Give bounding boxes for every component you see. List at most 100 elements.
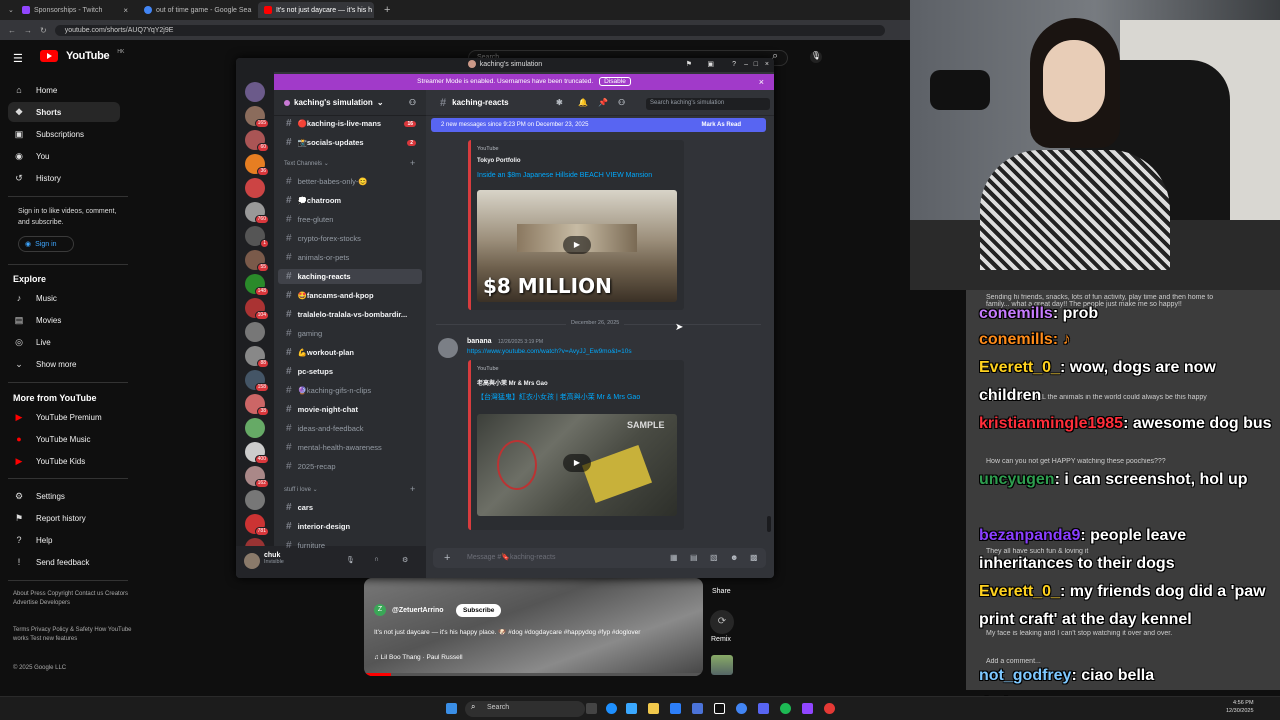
nav-music[interactable]: ♪ Music [8, 288, 120, 308]
video-thumbnail[interactable]: $8 MILLION ▶ [477, 190, 677, 302]
gift-icon[interactable]: ▦ [670, 553, 678, 562]
nav-shorts[interactable]: ❖ Shorts [8, 102, 120, 122]
mark-read-button[interactable]: Mark As Read [702, 118, 741, 132]
chat-username[interactable]: uncyugen [979, 471, 1055, 488]
headphones-icon[interactable]: ∩ [374, 556, 379, 563]
edge-icon[interactable] [606, 703, 617, 714]
taskbar-search[interactable]: Search [465, 701, 585, 717]
nav-youtube-music[interactable]: ● YouTube Music [8, 429, 120, 449]
chat-username[interactable]: not_godfrey [979, 667, 1071, 684]
add-channel-icon[interactable]: + [410, 158, 415, 168]
server-icon[interactable]: 165 [245, 106, 269, 128]
channel-item[interactable]: # 🔮kaching-gifs-n-clips [278, 383, 422, 398]
channel-item[interactable]: # 💪workout-plan [278, 345, 422, 360]
channel-item[interactable]: # 🤩fancams-and-kpop [278, 288, 422, 303]
server-icon[interactable]: 88 [245, 346, 269, 368]
server-icon[interactable]: 760 [245, 202, 269, 224]
new-messages-bar[interactable]: 2 new messages since 9:23 PM on December… [431, 118, 766, 132]
start-icon[interactable] [446, 703, 457, 714]
server-name-header[interactable]: kaching's simulation ⌄ ⚇ [274, 90, 426, 116]
channel-item[interactable]: # interior-design [278, 519, 422, 534]
nav-settings[interactable]: ⚙ Settings [8, 486, 120, 506]
minimize-icon[interactable]: – [744, 58, 748, 72]
close-icon[interactable]: × [123, 6, 128, 15]
channel-item[interactable]: # kaching-reacts [278, 269, 422, 284]
avatar[interactable] [438, 338, 458, 358]
music-credit[interactable]: ♫ Lil Boo Thang · Paul Russell [374, 654, 463, 661]
tiktok-icon[interactable] [714, 703, 725, 714]
shorts-video[interactable]: Z @ZetuertArrino Subscribe It's not just… [364, 578, 703, 676]
play-icon[interactable]: ▶ [563, 236, 591, 254]
reload-icon[interactable]: ↻ [40, 26, 47, 35]
server-icon[interactable]: 400 [245, 442, 269, 464]
add-attachment-icon[interactable]: + [444, 552, 450, 564]
footer-links-2[interactable]: Terms Privacy Policy & Safety How YouTub… [13, 626, 133, 644]
app-icon[interactable] [692, 703, 703, 714]
avatar[interactable] [244, 553, 260, 569]
microphone-icon[interactable]: 🎙 [346, 556, 355, 564]
bell-icon[interactable]: 🔔 [578, 98, 588, 107]
channel-item[interactable]: # 📸socials-updates 2 [278, 135, 422, 150]
chat-username[interactable]: Everett_0_ [979, 359, 1060, 376]
scrollbar[interactable] [767, 516, 771, 532]
message-author[interactable]: banana [467, 338, 492, 345]
nav-send-feedback[interactable]: ! Send feedback [8, 552, 120, 572]
close-icon[interactable]: × [765, 58, 769, 72]
members-icon[interactable]: ⚇ [618, 98, 625, 107]
channel-name[interactable]: @ZetuertArrino [392, 607, 444, 614]
channel-item[interactable]: # movie-night-chat [278, 402, 422, 417]
channel-item[interactable]: #2025-recap [278, 459, 422, 474]
nav-report-history[interactable]: ⚑ Report history [8, 508, 120, 528]
forward-icon[interactable]: → [24, 26, 32, 35]
channel-item[interactable]: # 🔴kaching-is-live-mans 16 [278, 116, 422, 131]
embed-author[interactable]: 老高與小茉 Mr & Mrs Gao [477, 378, 548, 387]
server-icon[interactable]: 36 [245, 154, 269, 176]
server-icon[interactable] [245, 322, 265, 342]
server-icon[interactable]: 38 [245, 394, 269, 416]
chrome-icon[interactable] [736, 703, 747, 714]
channel-item[interactable]: # tralalelo-tralala-vs-bombardir... [278, 307, 422, 322]
gear-icon[interactable]: ⚙ [402, 556, 408, 564]
nav-youtube-kids[interactable]: ▶ YouTube Kids [8, 451, 120, 471]
nav-show-more[interactable]: ⌄ Show more [8, 354, 120, 374]
task-view-icon[interactable] [586, 703, 597, 714]
embed-author[interactable]: Tokyo Portfolio [477, 158, 521, 164]
nav-youtube-premium[interactable]: ▶ YouTube Premium [8, 407, 120, 427]
channel-category[interactable]: Text Channels ⌄ [284, 160, 329, 167]
remix-label[interactable]: Remix [711, 636, 731, 643]
server-search-input[interactable]: Search kaching's simulation [646, 98, 770, 110]
back-icon[interactable]: ← [8, 26, 16, 35]
server-icon[interactable]: 162 [245, 466, 269, 488]
chat-username[interactable]: bezanpanda9 [979, 527, 1080, 544]
embed-title-link[interactable]: 【台灣猛鬼】紅衣小女孩 | 老高與小茉 Mr & Mrs Gao [477, 392, 640, 402]
tab-google[interactable]: out of time game - Google Sea× [138, 2, 256, 18]
pin-icon[interactable]: 📌 [598, 98, 608, 107]
twitch-icon[interactable] [802, 703, 813, 714]
sticker-icon[interactable]: ▧ [710, 553, 718, 562]
close-icon[interactable]: × [759, 74, 764, 90]
store-icon[interactable] [670, 703, 681, 714]
youtube-logo[interactable]: YouTube HK [40, 49, 124, 62]
channel-item[interactable]: # animals-or-pets [278, 250, 422, 265]
server-icon[interactable] [245, 418, 265, 438]
tab-twitch[interactable]: Sponsorships - Twitch × [16, 2, 134, 18]
emoji-icon[interactable]: ☻ [730, 553, 738, 562]
server-icon[interactable]: 781 [245, 514, 269, 536]
video-thumbnail[interactable]: SAMPLE ▶ [477, 414, 677, 516]
add-channel-icon[interactable]: + [410, 484, 415, 494]
channel-item[interactable]: # better-babes-only-😊 [278, 174, 422, 189]
channel-item[interactable]: # furniture [278, 538, 422, 553]
nav-home[interactable]: ⌂ Home [8, 80, 120, 100]
channel-item[interactable]: # pc-setups [278, 364, 422, 379]
chat-username[interactable]: Everett_0_ [979, 583, 1060, 600]
nav-movies[interactable]: ▤ Movies [8, 310, 120, 330]
menu-icon[interactable]: ☰ [13, 52, 23, 65]
nav-subscriptions[interactable]: ▣ Subscriptions [8, 124, 120, 144]
pin-icon[interactable]: ⚑ [686, 58, 692, 72]
server-icon[interactable] [245, 490, 265, 510]
channel-category[interactable]: stuff i love ⌄ [284, 486, 318, 493]
server-icon[interactable]: 148 [245, 274, 269, 296]
discord-icon[interactable] [758, 703, 769, 714]
subscribe-button[interactable]: Subscribe [456, 604, 502, 617]
server-icon[interactable]: 1 [245, 226, 269, 248]
